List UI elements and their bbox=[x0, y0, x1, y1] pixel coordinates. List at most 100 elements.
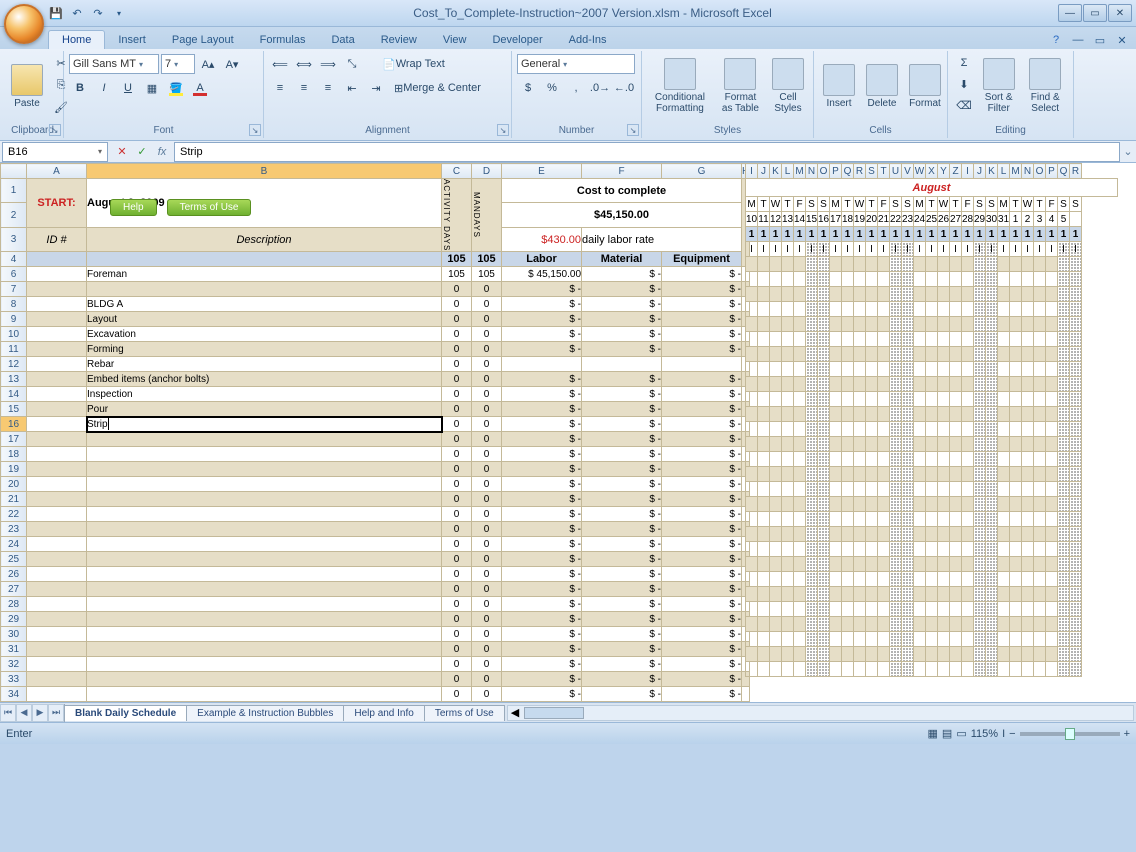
align-left-button[interactable]: ≡ bbox=[269, 78, 291, 98]
wrap-text-button[interactable]: 📄 Wrap Text bbox=[377, 54, 450, 74]
data-row[interactable]: 3400$ -$ -$ - bbox=[1, 687, 750, 702]
sort-filter-button[interactable]: Sort & Filter bbox=[978, 53, 1019, 119]
expand-formula-icon[interactable]: ⌄ bbox=[1120, 145, 1136, 158]
data-row[interactable]: 2700$ -$ -$ - bbox=[1, 582, 750, 597]
zoom-level[interactable]: 115% bbox=[971, 728, 998, 740]
tab-page-layout[interactable]: Page Layout bbox=[159, 31, 247, 49]
data-row[interactable]: 15 Pour00$ -$ -$ - bbox=[1, 402, 750, 417]
italic-button[interactable]: I bbox=[93, 78, 115, 98]
font-size-combo[interactable]: 7▾ bbox=[161, 54, 195, 74]
confirm-edit-button[interactable]: ✓ bbox=[134, 144, 150, 160]
tab-insert[interactable]: Insert bbox=[105, 31, 159, 49]
mdi-minimize-icon[interactable]: — bbox=[1070, 32, 1086, 48]
mdi-close-icon[interactable]: ✕ bbox=[1114, 32, 1130, 48]
data-row[interactable]: 1700$ -$ -$ - bbox=[1, 432, 750, 447]
increase-font-button[interactable]: A▴ bbox=[197, 54, 219, 74]
orientation-button[interactable]: ⤡ bbox=[341, 54, 363, 74]
cancel-edit-button[interactable]: ✕ bbox=[114, 144, 130, 160]
fill-color-button[interactable]: 🪣 bbox=[165, 78, 187, 98]
paste-button[interactable]: Paste bbox=[7, 53, 47, 119]
find-select-button[interactable]: Find & Select bbox=[1022, 53, 1068, 119]
data-row[interactable]: 3100$ -$ -$ - bbox=[1, 642, 750, 657]
autosum-button[interactable]: Σ bbox=[953, 53, 975, 73]
data-row[interactable]: 2500$ -$ -$ - bbox=[1, 552, 750, 567]
format-cells-button[interactable]: Format bbox=[905, 53, 945, 119]
align-bottom-button[interactable]: ⟹ bbox=[317, 54, 339, 74]
conditional-formatting-button[interactable]: Conditional Formatting bbox=[647, 53, 713, 119]
qat-more-icon[interactable]: ▾ bbox=[111, 5, 127, 21]
data-row[interactable]: 12 Rebar00 bbox=[1, 357, 750, 372]
data-row[interactable]: 10 Excavation00$ -$ -$ - bbox=[1, 327, 750, 342]
view-layout-icon[interactable]: ▤ bbox=[942, 727, 952, 740]
comma-button[interactable]: , bbox=[565, 78, 587, 98]
sheet-nav-last[interactable]: ⏭ bbox=[48, 704, 64, 722]
data-row[interactable]: 2800$ -$ -$ - bbox=[1, 597, 750, 612]
help-icon[interactable]: ? bbox=[1048, 32, 1064, 48]
alignment-launcher[interactable]: ↘ bbox=[497, 124, 509, 136]
data-row[interactable]: 2400$ -$ -$ - bbox=[1, 537, 750, 552]
save-icon[interactable]: 💾 bbox=[48, 5, 64, 21]
row-3[interactable]: 3 ID # Description $430.00 daily labor r… bbox=[1, 227, 750, 251]
column-headers[interactable]: ABCDEFGH bbox=[1, 164, 750, 179]
underline-button[interactable]: U bbox=[117, 78, 139, 98]
data-row[interactable]: 8BLDG A00$ -$ -$ - bbox=[1, 297, 750, 312]
currency-button[interactable]: $ bbox=[517, 78, 539, 98]
data-row[interactable]: 2900$ -$ -$ - bbox=[1, 612, 750, 627]
number-launcher[interactable]: ↘ bbox=[627, 124, 639, 136]
increase-decimal-button[interactable]: .0→ bbox=[589, 78, 611, 98]
data-row[interactable]: 2300$ -$ -$ - bbox=[1, 522, 750, 537]
maximize-button[interactable]: ▭ bbox=[1083, 4, 1107, 22]
data-row[interactable]: 6Foreman105105$ 45,150.00$ -$ - bbox=[1, 267, 750, 282]
align-right-button[interactable]: ≡ bbox=[317, 78, 339, 98]
data-row[interactable]: 13 Embed items (anchor bolts)00$ -$ -$ - bbox=[1, 372, 750, 387]
horizontal-scrollbar[interactable]: ◀ bbox=[507, 705, 1134, 721]
tab-formulas[interactable]: Formulas bbox=[247, 31, 319, 49]
decrease-decimal-button[interactable]: ←.0 bbox=[613, 78, 635, 98]
sheet-nav-first[interactable]: ⏮ bbox=[0, 704, 16, 722]
border-button[interactable]: ▦ bbox=[141, 78, 163, 98]
data-row[interactable]: 16 Strip 00$ -$ -$ - bbox=[1, 417, 750, 432]
data-row[interactable]: 2600$ -$ -$ - bbox=[1, 567, 750, 582]
fx-button[interactable]: fx bbox=[154, 144, 170, 160]
office-button[interactable] bbox=[4, 4, 44, 44]
redo-icon[interactable]: ↷ bbox=[90, 5, 106, 21]
decrease-font-button[interactable]: A▾ bbox=[221, 54, 243, 74]
view-normal-icon[interactable]: ▦ bbox=[928, 727, 938, 740]
align-top-button[interactable]: ⟸ bbox=[269, 54, 291, 74]
sheet-nav-next[interactable]: ▶ bbox=[32, 704, 48, 722]
merge-center-button[interactable]: ⊞ Merge & Center bbox=[389, 78, 486, 98]
data-row[interactable]: 3000$ -$ -$ - bbox=[1, 627, 750, 642]
fill-button[interactable]: ⬇ bbox=[953, 74, 975, 94]
clear-button[interactable]: ⌫ bbox=[953, 95, 975, 115]
data-row[interactable]: 9 Layout00$ -$ -$ - bbox=[1, 312, 750, 327]
data-row[interactable]: 1900$ -$ -$ - bbox=[1, 462, 750, 477]
data-row[interactable]: 3200$ -$ -$ - bbox=[1, 657, 750, 672]
percent-button[interactable]: % bbox=[541, 78, 563, 98]
calendar-grid[interactable]: IJKLMNOPQRSTUVWXYZIJKLMNOPQR August MTWT… bbox=[745, 163, 1118, 677]
data-row[interactable]: 700$ -$ -$ - bbox=[1, 282, 750, 297]
tab-view[interactable]: View bbox=[430, 31, 480, 49]
sheet-tab[interactable]: Terms of Use bbox=[424, 705, 505, 721]
undo-icon[interactable]: ↶ bbox=[69, 5, 85, 21]
tab-review[interactable]: Review bbox=[368, 31, 430, 49]
font-launcher[interactable]: ↘ bbox=[249, 124, 261, 136]
close-button[interactable]: ✕ bbox=[1108, 4, 1132, 22]
help-button[interactable]: Help bbox=[110, 199, 157, 216]
zoom-out-button[interactable]: − bbox=[1009, 728, 1015, 740]
zoom-in-button[interactable]: + bbox=[1124, 728, 1130, 740]
sheet-tab[interactable]: Blank Daily Schedule bbox=[64, 705, 187, 721]
font-name-combo[interactable]: Gill Sans MT▾ bbox=[69, 54, 159, 74]
formula-input[interactable]: Strip bbox=[174, 142, 1120, 162]
tab-add-ins[interactable]: Add-Ins bbox=[556, 31, 620, 49]
data-row[interactable]: 2200$ -$ -$ - bbox=[1, 507, 750, 522]
mdi-restore-icon[interactable]: ▭ bbox=[1092, 32, 1108, 48]
bold-button[interactable]: B bbox=[69, 78, 91, 98]
font-color-button[interactable]: A bbox=[189, 78, 211, 98]
sheet-tab[interactable]: Help and Info bbox=[343, 705, 425, 721]
data-row[interactable]: 11 Forming00$ -$ -$ - bbox=[1, 342, 750, 357]
tab-developer[interactable]: Developer bbox=[479, 31, 555, 49]
data-row[interactable]: 1800$ -$ -$ - bbox=[1, 447, 750, 462]
align-center-button[interactable]: ≡ bbox=[293, 78, 315, 98]
delete-cells-button[interactable]: Delete bbox=[862, 53, 902, 119]
zoom-slider[interactable] bbox=[1020, 732, 1120, 736]
